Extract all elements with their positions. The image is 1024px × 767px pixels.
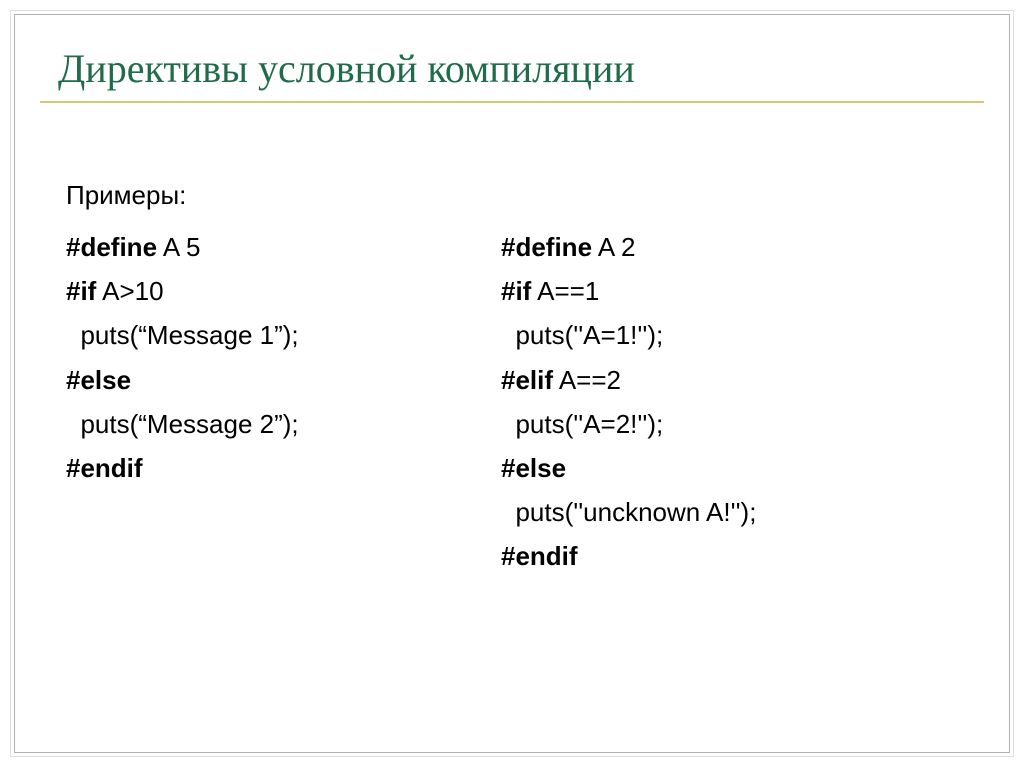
code-text: A 2	[592, 232, 635, 262]
slide: Директивы условной компиляции Примеры: #…	[0, 0, 1024, 767]
code-text: A==1	[531, 276, 599, 306]
intro-label: Примеры:	[66, 180, 984, 211]
code-text: A==2	[553, 365, 621, 395]
code-example-left: #define A 5 #if A>10 puts(“Message 1”); …	[66, 225, 501, 579]
slide-title: Директивы условной компиляции	[58, 45, 635, 92]
directive-if: #if	[66, 276, 96, 306]
code-line: #define A 2	[501, 225, 984, 269]
code-text: A>10	[96, 276, 163, 306]
code-line: #else	[501, 446, 984, 490]
directive-define: #define	[66, 232, 157, 262]
title-underline	[40, 101, 984, 103]
code-line: #endif	[501, 534, 984, 578]
directive-endif: #endif	[66, 453, 143, 483]
code-line: #if A==1	[501, 269, 984, 313]
code-line: #else	[66, 358, 501, 402]
code-line: puts(''uncknown A!'');	[501, 490, 984, 534]
code-line: puts(“Message 2”);	[66, 402, 501, 446]
code-line: puts(''A=1!'');	[501, 313, 984, 357]
directive-else: #else	[66, 365, 131, 395]
code-line: #if A>10	[66, 269, 501, 313]
code-line: #elif A==2	[501, 358, 984, 402]
code-line: puts(''A=2!'');	[501, 402, 984, 446]
code-example-right: #define A 2 #if A==1 puts(''A=1!''); #el…	[501, 225, 984, 579]
code-line: #define A 5	[66, 225, 501, 269]
code-line: puts(“Message 1”);	[66, 313, 501, 357]
directive-endif: #endif	[501, 541, 578, 571]
content-area: Примеры: #define A 5 #if A>10 puts(“Mess…	[66, 180, 984, 579]
directive-elif: #elif	[501, 365, 553, 395]
columns: #define A 5 #if A>10 puts(“Message 1”); …	[66, 225, 984, 579]
directive-if: #if	[501, 276, 531, 306]
directive-define: #define	[501, 232, 592, 262]
code-line: #endif	[66, 446, 501, 490]
code-text: A 5	[157, 232, 200, 262]
directive-else: #else	[501, 453, 566, 483]
